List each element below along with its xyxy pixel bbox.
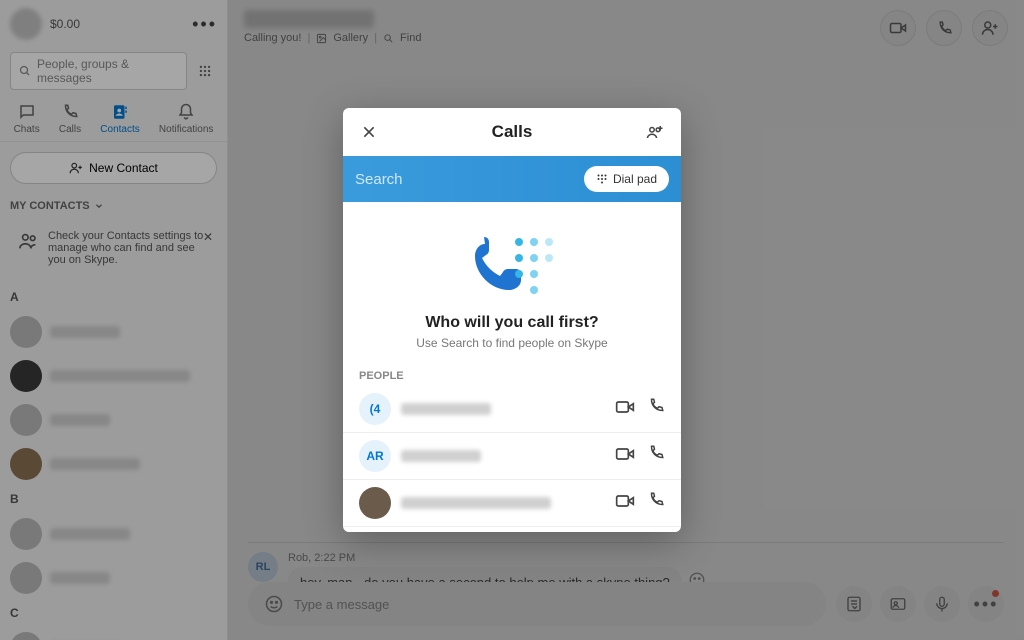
person-row[interactable]: [343, 480, 681, 527]
person-row[interactable]: (4: [343, 386, 681, 433]
person-row[interactable]: AR: [343, 433, 681, 480]
dialpad-button[interactable]: Dial pad: [584, 166, 669, 192]
modal-search-input[interactable]: [355, 171, 576, 188]
calls-modal: Calls Dial pad Who will you call first?: [343, 108, 681, 532]
dialpad-icon: [596, 173, 608, 185]
person-avatar: (4: [359, 393, 391, 425]
modal-hero: Who will you call first? Use Search to f…: [343, 202, 681, 364]
phone-dial-illustration: [457, 224, 567, 304]
video-call-icon[interactable]: [615, 397, 635, 422]
dialpad-label: Dial pad: [613, 172, 657, 186]
video-call-icon[interactable]: [615, 444, 635, 469]
close-icon[interactable]: [359, 122, 379, 142]
video-call-icon[interactable]: [615, 491, 635, 516]
audio-call-icon[interactable]: [647, 397, 665, 422]
audio-call-icon[interactable]: [647, 491, 665, 516]
hero-subtitle: Use Search to find people on Skype: [416, 336, 607, 350]
person-row[interactable]: [343, 527, 681, 532]
modal-overlay[interactable]: Calls Dial pad Who will you call first?: [0, 0, 1024, 640]
hero-title: Who will you call first?: [425, 314, 598, 332]
people-section-label: PEOPLE: [343, 364, 681, 386]
person-avatar: AR: [359, 440, 391, 472]
modal-title: Calls: [492, 122, 533, 142]
audio-call-icon[interactable]: [647, 444, 665, 469]
modal-search-strip: Dial pad: [343, 156, 681, 202]
new-group-call-icon[interactable]: [645, 122, 665, 142]
person-avatar: [359, 487, 391, 519]
